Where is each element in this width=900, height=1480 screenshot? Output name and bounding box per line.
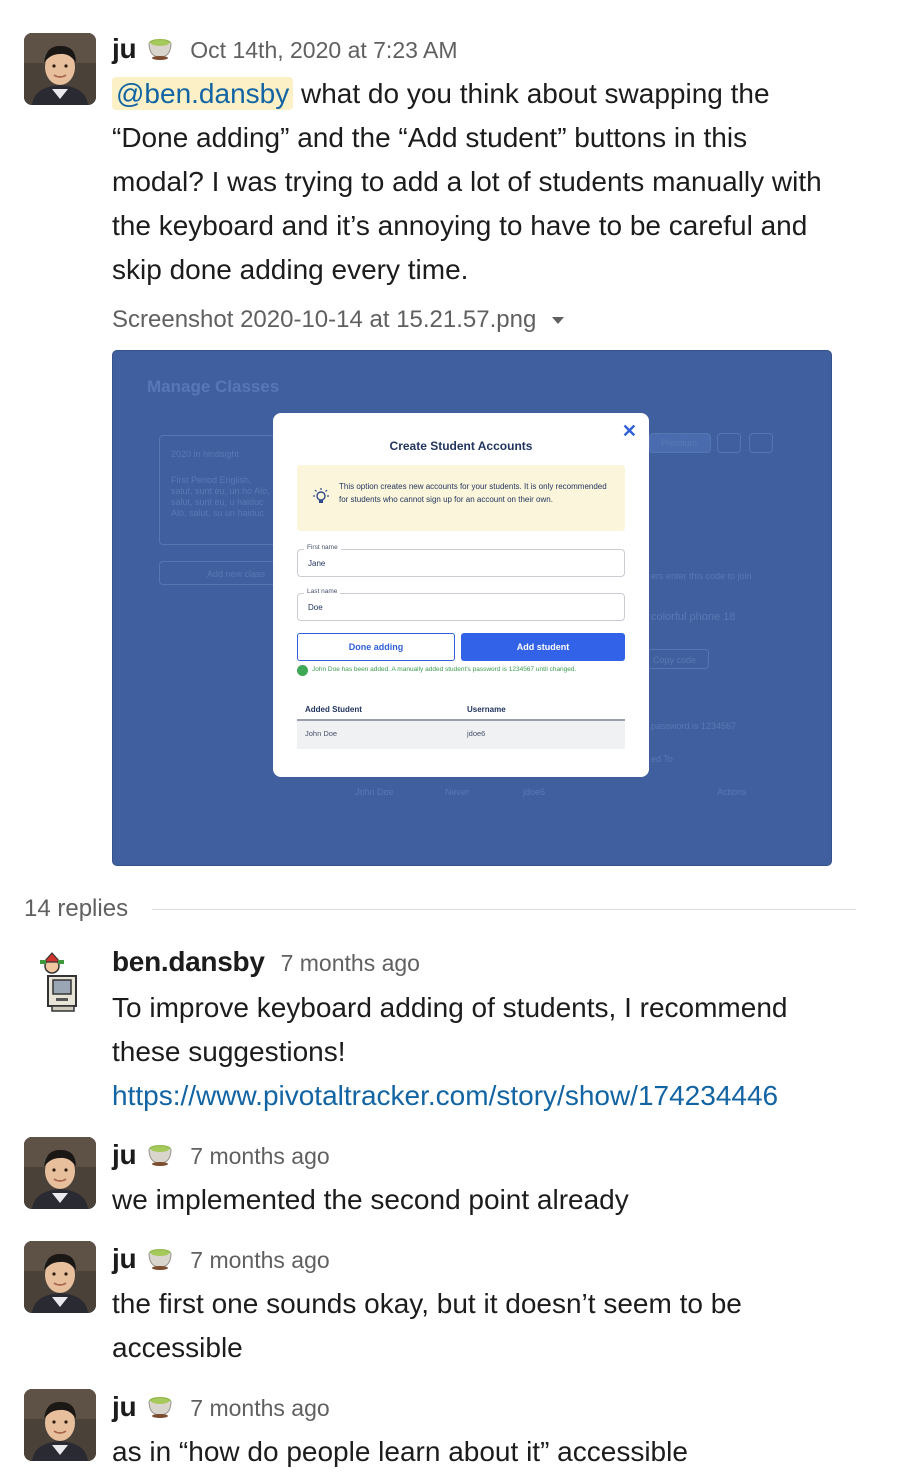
teapot-icon [146,1245,174,1271]
create-student-modal: ✕ Create Student Accounts This option cr… [273,413,649,777]
last-name-field[interactable]: Last name Doe [297,588,625,621]
attachment-title[interactable]: Screenshot 2020-10-14 at 15.21.57.png [112,306,565,334]
first-name-label: First name [304,544,341,551]
reply: ju 7 months ago we implemented the secon… [112,1138,870,1222]
reply-header: ju 7 months ago [112,1242,870,1276]
table-cell: John Doe [305,729,338,738]
caret-down-icon[interactable] [552,316,565,324]
bg-row-user: jdoe6 [523,787,546,797]
message-text-line: “Done adding” and the “Add student” butt… [112,122,748,153]
author-name[interactable]: ben.dansby [112,946,265,978]
bg-premium-label: Premium [661,438,698,448]
bg-class-desc: First Period English, salut, sunt eu, un… [171,475,270,518]
reply-text-line: as in “how do people learn about it” acc… [112,1436,688,1467]
modal-title: Create Student Accounts [389,439,533,453]
replies-divider: 14 replies [24,894,856,924]
reply-body: as in “how do people learn about it” acc… [112,1430,870,1474]
retro-computer-avatar [40,952,77,1012]
author-name[interactable]: ju [112,1391,137,1423]
reply: ju 7 months ago as in “how do people lea… [112,1390,870,1474]
reply-body: the first one sounds okay, but it doesn’… [112,1282,870,1370]
done-adding-button[interactable]: Done adding [297,633,455,661]
author-name[interactable]: ju [112,33,137,65]
user-photo [24,1241,96,1313]
column-header: Added Student [305,705,362,714]
avatar[interactable] [24,1241,96,1313]
reply-text-line: accessible [112,1332,243,1363]
user-photo [24,1137,96,1209]
reply-text-line: To improve keyboard adding of students, … [112,992,788,1023]
timestamp[interactable]: 7 months ago [190,1143,329,1170]
bg-add-class-label: Add new class [207,569,266,579]
last-name-value: Doe [308,603,323,612]
add-student-button[interactable]: Add student [461,633,625,661]
reply-text-line: these suggestions! [112,1036,346,1067]
message-text-line: the keyboard and it’s annoying to have t… [112,210,808,241]
bg-join-hint: ers enter this code to join [651,571,752,581]
reply-body: we implemented the second point already [112,1178,870,1222]
reply-header: ju 7 months ago [112,1390,870,1424]
message-text-line: skip done adding every time. [112,254,469,285]
teapot-icon [146,35,174,61]
user-photo [24,1389,96,1461]
bg-row-never: Never [445,787,470,797]
bg-class-code: colorful phone 18 [651,611,736,623]
avatar[interactable] [24,33,96,105]
last-name-label: Last name [304,588,341,595]
reply-body: To improve keyboard adding of students, … [112,986,870,1118]
bg-edit-icon [717,433,741,453]
message-header: ju Oct 14th, 2020 at 7:23 AM [112,32,870,66]
reply-header: ben.dansby 7 months ago [112,946,870,980]
timestamp[interactable]: Oct 14th, 2020 at 7:23 AM [190,37,457,64]
timestamp[interactable]: 7 months ago [190,1247,329,1274]
reply-text-line: the first one sounds okay, but it doesn’… [112,1288,742,1319]
bg-actions: Actions [717,787,747,797]
user-photo [24,33,96,105]
bg-password-hint: password is 1234567 [651,721,737,731]
attachment-image[interactable]: Manage Classes 2020 in hindsight First P… [112,350,832,866]
timestamp[interactable]: 7 months ago [190,1395,329,1422]
bg-class-name: 2020 in hindsight [171,449,240,459]
author-name[interactable]: ju [112,1243,137,1275]
bg-assigned-to: ed To [651,754,673,764]
table-header: Added Student Username [297,701,625,721]
reply: ben.dansby 7 months ago To improve keybo… [112,946,870,1118]
success-message: John Doe has been added. A manually adde… [297,665,627,676]
reply-header: ju 7 months ago [112,1138,870,1172]
bg-row-name: John Doe [355,787,394,797]
lightbulb-icon [313,488,329,503]
message-text-line: what do you think about swapping the [293,78,770,109]
author-name[interactable]: ju [112,1139,137,1171]
user-mention[interactable]: @ben.dansby [112,77,294,110]
bg-print-icon [749,433,773,453]
avatar[interactable] [34,948,86,1020]
first-name-field[interactable]: First name Jane [297,544,625,577]
story-link[interactable]: https://www.pivotaltracker.com/story/sho… [112,1080,778,1111]
reply: ju 7 months ago the first one sounds oka… [112,1242,870,1370]
bg-copy-code-label: Copy code [653,655,697,665]
message-body: @ben.dansby what do you think about swap… [112,72,870,292]
teapot-icon [146,1393,174,1419]
message-text-line: modal? I was trying to add a lot of stud… [112,166,822,197]
replies-count: 14 replies [24,895,129,922]
timestamp[interactable]: 7 months ago [281,950,420,977]
reply-text-line: we implemented the second point already [112,1184,629,1215]
bg-page-title: Manage Classes [147,377,280,396]
table-row: John Doe jdoe6 [297,721,625,749]
info-box: This option creates new accounts for you… [297,465,625,531]
attachment-filename[interactable]: Screenshot 2020-10-14 at 15.21.57.png [112,306,536,334]
divider-line [152,908,856,910]
teapot-icon [146,1141,174,1167]
main-message: ju Oct 14th, 2020 at 7:23 AM @ben.dansby… [0,0,900,880]
success-text: John Doe has been added. A manually adde… [312,666,577,673]
first-name-value: Jane [308,559,326,568]
avatar[interactable] [24,1137,96,1209]
avatar[interactable] [24,1389,96,1461]
column-header: Username [467,705,506,714]
table-cell: jdoe6 [467,729,486,738]
checkmark-icon [297,665,308,676]
info-text: This option creates new accounts for you… [339,482,607,504]
